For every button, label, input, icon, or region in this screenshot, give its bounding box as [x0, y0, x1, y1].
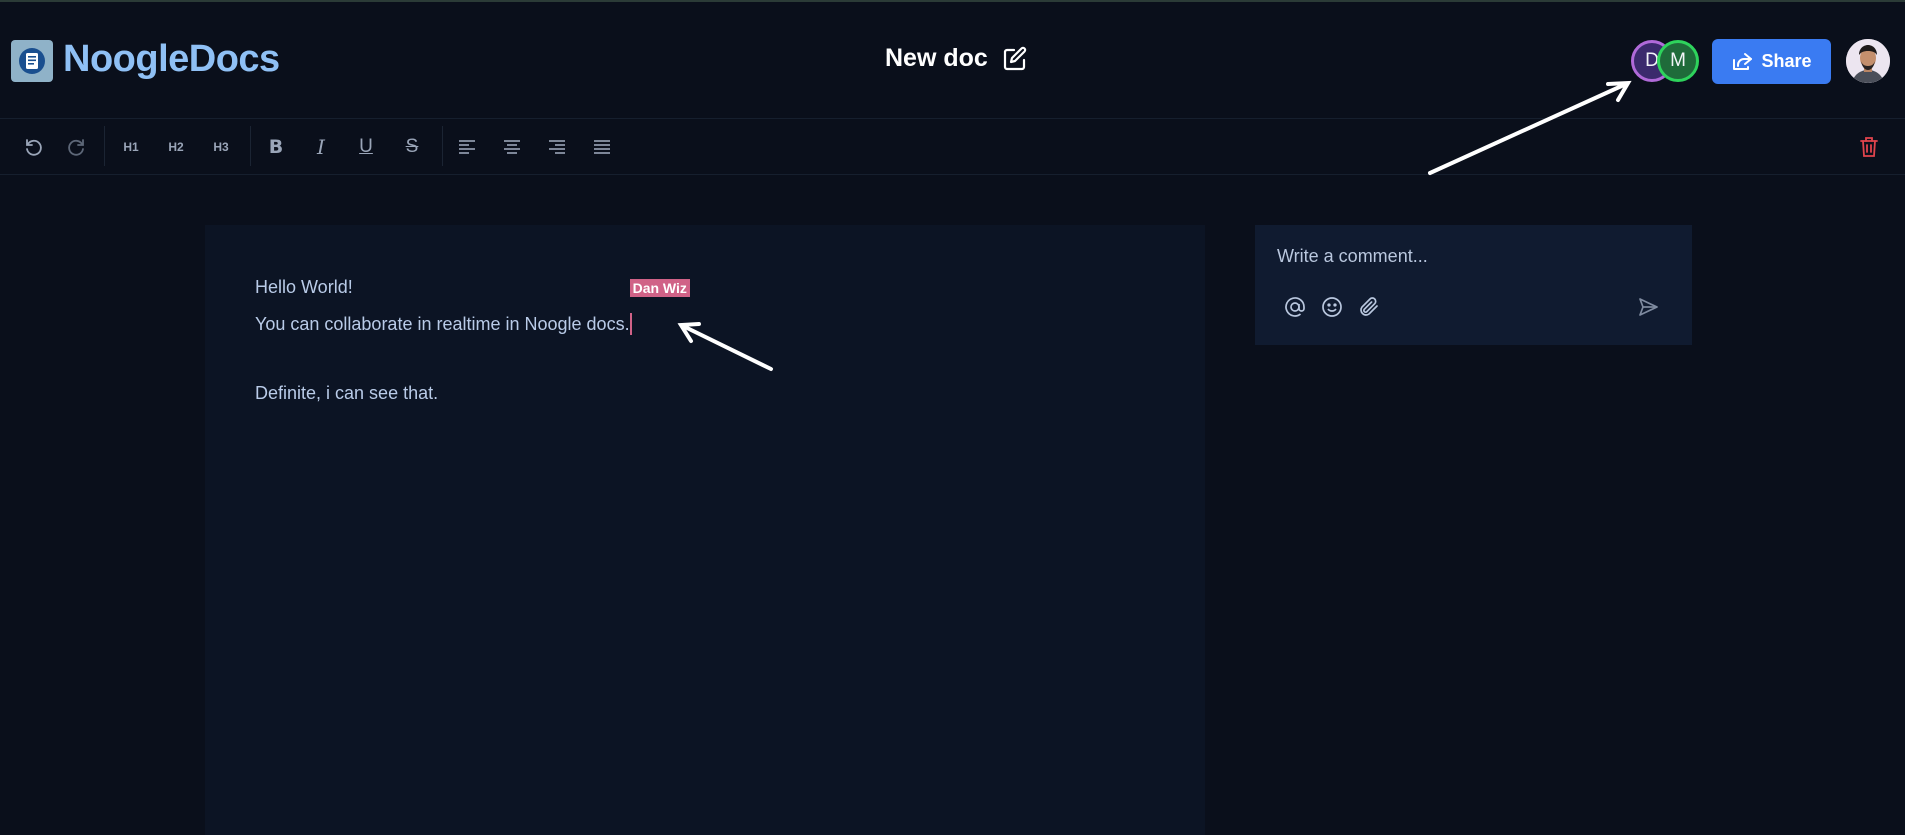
app-header: NoogleDocs New doc D M Share: [0, 2, 1905, 119]
trash-icon[interactable]: [1854, 132, 1884, 162]
collaborator-avatar[interactable]: M: [1657, 40, 1699, 82]
editor-line-text: You can collaborate in realtime in Noogl…: [255, 314, 630, 334]
undo-icon[interactable]: [18, 132, 48, 162]
user-avatar[interactable]: [1846, 39, 1890, 83]
share-label: Share: [1761, 51, 1812, 71]
editor-line[interactable]: Definite, i can see that.: [255, 383, 438, 404]
emoji-icon[interactable]: [1319, 294, 1345, 320]
attachment-icon[interactable]: [1356, 294, 1382, 320]
formatting-toolbar: H1 H2 H3 B I U S: [0, 118, 1905, 175]
document-editor[interactable]: Hello World! You can collaborate in real…: [205, 225, 1205, 835]
edit-title-icon[interactable]: [1002, 46, 1028, 72]
remote-cursor-label: Dan Wiz: [629, 279, 690, 297]
send-icon[interactable]: [1635, 294, 1661, 320]
share-button[interactable]: Share: [1712, 39, 1831, 84]
share-icon: [1733, 52, 1753, 70]
underline-button[interactable]: U: [351, 132, 381, 162]
align-center-icon[interactable]: [497, 132, 527, 162]
heading-3-button[interactable]: H3: [206, 132, 236, 162]
align-left-icon[interactable]: [452, 132, 482, 162]
document-icon: [11, 40, 53, 82]
bold-button[interactable]: B: [261, 132, 291, 162]
document-title-area: New doc: [885, 44, 1028, 73]
heading-2-button[interactable]: H2: [161, 132, 191, 162]
italic-button[interactable]: I: [306, 132, 336, 162]
collaborator-avatars: D M: [1631, 40, 1701, 84]
toolbar-divider: [250, 126, 251, 166]
align-right-icon[interactable]: [542, 132, 572, 162]
toolbar-divider: [104, 126, 105, 166]
document-title[interactable]: New doc: [885, 44, 988, 73]
editor-line[interactable]: Hello World!: [255, 277, 353, 298]
heading-1-button[interactable]: H1: [116, 132, 146, 162]
editor-line[interactable]: You can collaborate in realtime in Noogl…: [255, 279, 690, 335]
remote-cursor: Dan Wiz: [629, 279, 690, 335]
app-name: NoogleDocs: [63, 38, 280, 80]
redo-icon[interactable]: [62, 132, 92, 162]
align-justify-icon[interactable]: [587, 132, 617, 162]
comment-input[interactable]: [1275, 245, 1669, 268]
remote-cursor-caret: [629, 313, 632, 335]
mention-icon[interactable]: [1282, 294, 1308, 320]
toolbar-divider: [442, 126, 443, 166]
comment-panel: [1255, 225, 1692, 345]
strikethrough-button[interactable]: S: [397, 132, 427, 162]
